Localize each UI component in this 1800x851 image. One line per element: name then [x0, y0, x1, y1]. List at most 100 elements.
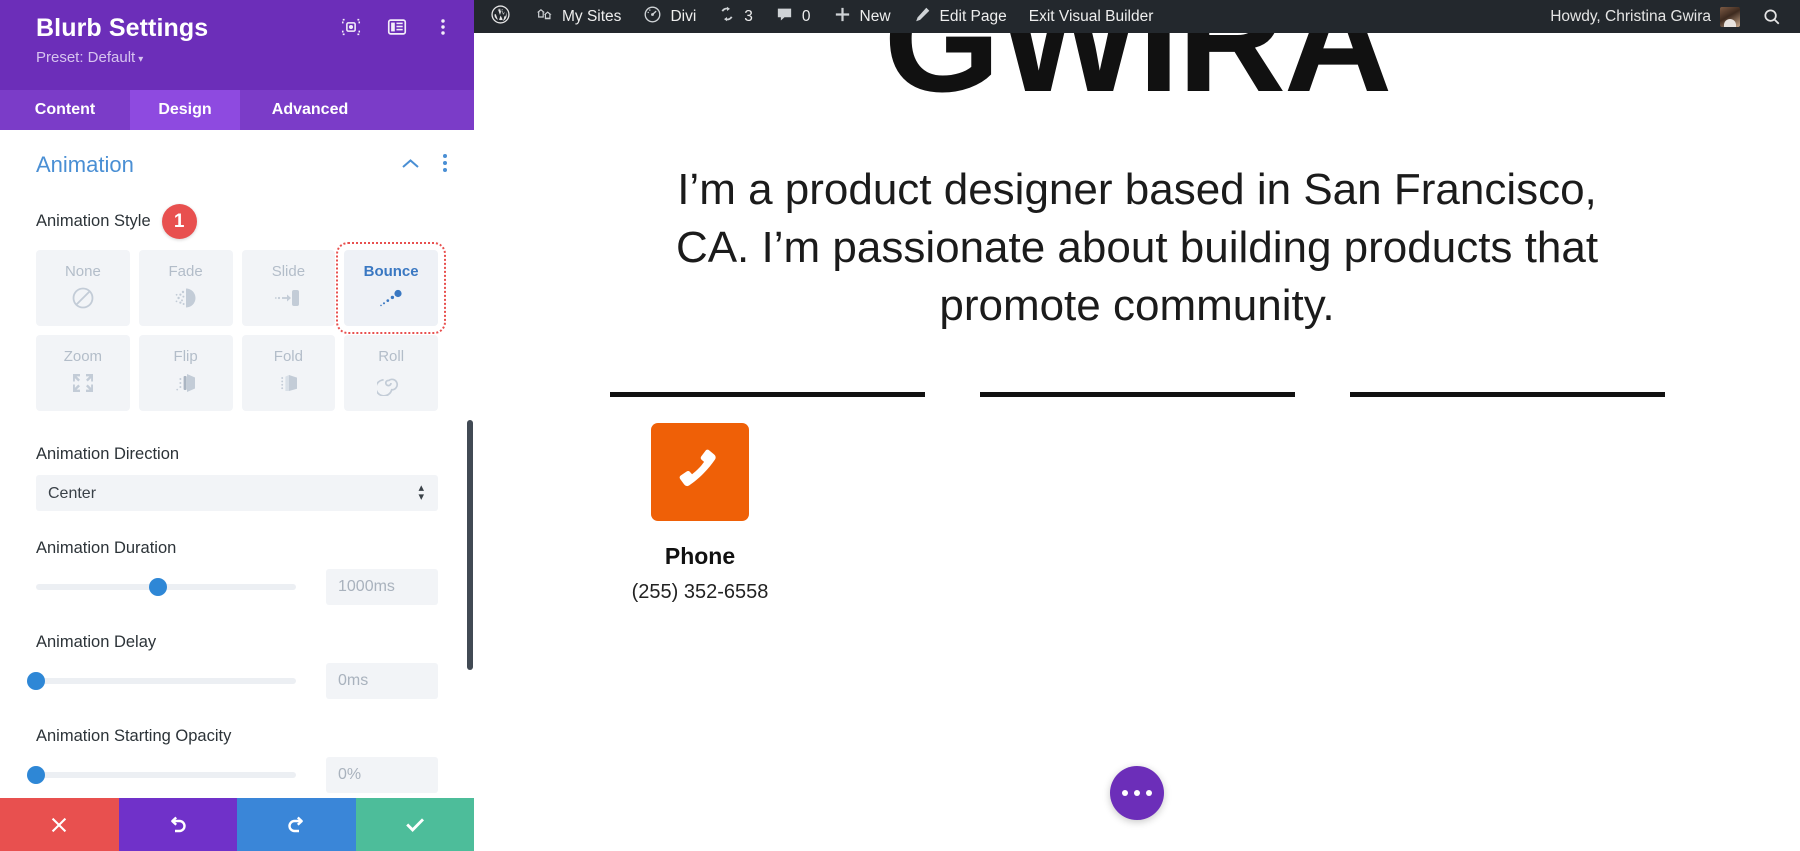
screen-root: Blurb Settings Preset: Default ▾ Content…	[0, 0, 1800, 851]
new-content-menu[interactable]: New	[822, 0, 902, 33]
animation-option-label: Slide	[271, 263, 306, 281]
animation-direction-field: Animation Direction Center ▴ ▾	[0, 445, 474, 512]
edit-page-label: Edit Page	[939, 7, 1007, 25]
chevron-up-icon[interactable]	[401, 155, 420, 175]
panel-scrollbar-thumb[interactable]	[467, 420, 473, 671]
admin-bar-left: My Sites Divi 3 0 New Edit Page Exit Vis…	[474, 0, 1164, 33]
page-settings-fab[interactable]	[1110, 766, 1164, 820]
animation-style-label: Animation Style	[36, 212, 151, 231]
slider-knob[interactable]	[149, 578, 168, 597]
animation-duration-slider[interactable]	[36, 578, 296, 597]
animation-delay-field: Animation Delay	[0, 633, 474, 700]
animation-duration-input[interactable]	[326, 569, 438, 606]
animation-option-zoom[interactable]: Zoom	[36, 335, 130, 412]
animation-duration-row	[36, 569, 438, 606]
divi-label: Divi	[670, 7, 697, 25]
avatar	[1720, 6, 1740, 27]
layout-panel-icon[interactable]	[386, 16, 408, 38]
undo-icon	[170, 816, 186, 832]
animation-duration-field: Animation Duration	[0, 539, 474, 606]
animation-option-label: Roll	[378, 348, 405, 366]
account-menu[interactable]: Howdy, Christina Gwira	[1538, 0, 1752, 33]
fold-icon	[274, 368, 302, 398]
animation-delay-input[interactable]	[326, 663, 438, 700]
three-dots-icon	[1122, 790, 1128, 796]
animation-option-label: Bounce	[363, 263, 419, 281]
buildings-icon	[535, 5, 554, 29]
animation-starting-opacity-input[interactable]	[326, 757, 438, 794]
panel-footer	[0, 798, 474, 851]
fade-icon	[172, 283, 200, 313]
hero-heading: GWIRA	[883, 33, 1393, 123]
animation-section-header: Animation	[0, 130, 474, 186]
redo-icon	[288, 816, 304, 832]
slide-icon	[273, 283, 303, 313]
tab-content[interactable]: Content	[0, 90, 130, 130]
pencil-icon	[913, 5, 932, 29]
hero-paragraph[interactable]: I’m a product designer based in San Fran…	[672, 161, 1602, 335]
focus-target-icon[interactable]	[340, 16, 362, 38]
animation-option-bounce[interactable]: Bounce	[336, 242, 446, 335]
animation-direction-label: Animation Direction	[36, 445, 180, 464]
blurb-settings-panel: Blurb Settings Preset: Default ▾ Content…	[0, 0, 474, 851]
update-arrows-icon	[718, 5, 736, 28]
blurb-title: Phone	[664, 543, 736, 570]
plus-icon	[833, 5, 852, 29]
animation-direction-select[interactable]: Center	[36, 475, 438, 512]
animation-option-flip[interactable]: Flip	[138, 335, 233, 412]
animation-option-label: Flip	[173, 348, 198, 366]
comment-bubble-icon	[775, 5, 794, 29]
divi-menu[interactable]: Divi	[632, 0, 707, 33]
tab-advanced[interactable]: Advanced	[240, 90, 380, 130]
slider-knob[interactable]	[27, 672, 45, 691]
edit-page-menu[interactable]: Edit Page	[902, 0, 1018, 33]
animation-duration-label: Animation Duration	[36, 539, 177, 558]
save-button[interactable]	[355, 798, 474, 851]
animation-direction-select-wrap: Center ▴ ▾	[36, 475, 438, 512]
animation-option-label: Fold	[273, 348, 303, 366]
cancel-button[interactable]	[0, 798, 119, 851]
animation-option-fold[interactable]: Fold	[241, 335, 336, 412]
animation-option-fade[interactable]: Fade	[138, 250, 233, 327]
wordpress-logo-icon	[490, 4, 511, 30]
section-options-icon[interactable]	[442, 153, 448, 178]
blurb-module-phone[interactable]: Phone (255) 352-6558	[474, 423, 846, 604]
search-icon[interactable]	[1752, 7, 1800, 27]
flip-icon	[172, 368, 200, 398]
preset-selector[interactable]: Preset: Default ▾	[36, 49, 143, 66]
preset-label: Preset: Default	[36, 48, 136, 66]
phone-handset-icon	[651, 423, 749, 522]
admin-bar-right: Howdy, Christina Gwira	[1538, 0, 1800, 33]
animation-starting-opacity-label: Animation Starting Opacity	[36, 727, 232, 746]
step-badge: 1	[161, 204, 197, 240]
undo-button[interactable]	[118, 798, 237, 851]
animation-starting-opacity-field: Animation Starting Opacity	[0, 727, 474, 794]
wp-logo-menu[interactable]	[474, 0, 524, 33]
animation-option-label: None	[64, 263, 101, 281]
divider	[609, 392, 925, 398]
comments-menu[interactable]: 0	[764, 0, 822, 33]
section-title: Animation	[36, 152, 134, 178]
panel-scrollbar[interactable]	[466, 130, 474, 798]
divider	[1349, 392, 1665, 398]
animation-option-none[interactable]: None	[36, 250, 130, 327]
comments-count: 0	[801, 7, 811, 25]
vertical-dots-icon[interactable]	[432, 16, 454, 38]
animation-delay-slider[interactable]	[27, 672, 296, 691]
animation-option-roll[interactable]: Roll	[344, 335, 438, 412]
animation-starting-opacity-slider[interactable]	[27, 766, 296, 785]
updates-menu[interactable]: 3	[707, 0, 764, 33]
divider-row	[474, 392, 1800, 398]
close-x-icon	[52, 817, 67, 832]
my-sites-menu[interactable]: My Sites	[524, 0, 632, 33]
divi-speedometer-icon	[643, 5, 662, 29]
tab-design[interactable]: Design	[130, 90, 240, 131]
page-canvas: GWIRA I’m a product designer based in Sa…	[474, 33, 1800, 851]
animation-starting-opacity-row	[27, 757, 438, 794]
exit-visual-builder-menu[interactable]: Exit Visual Builder	[1018, 0, 1165, 33]
animation-delay-row	[27, 663, 438, 700]
slider-knob[interactable]	[27, 766, 45, 785]
three-dots-icon	[1146, 790, 1152, 796]
redo-button[interactable]	[237, 798, 356, 851]
animation-option-slide[interactable]: Slide	[241, 250, 336, 327]
